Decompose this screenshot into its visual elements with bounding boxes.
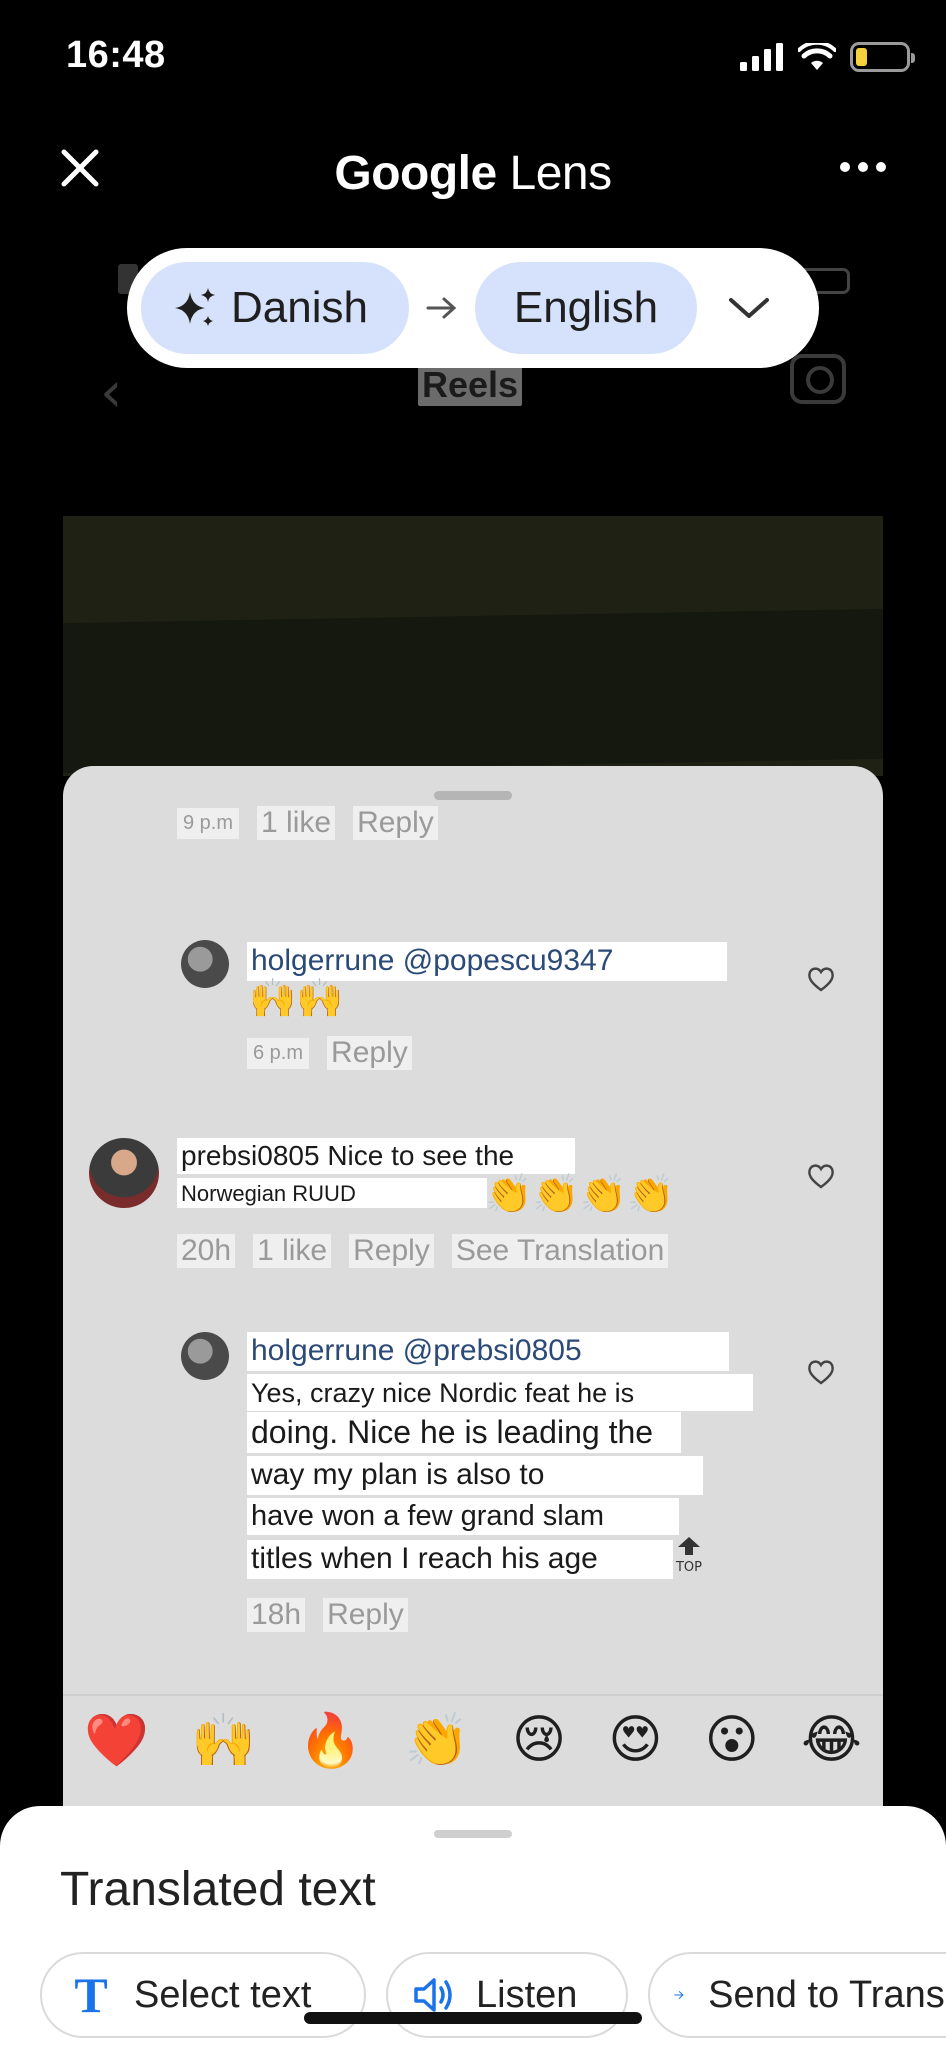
panel-title: Translated text bbox=[60, 1863, 376, 1916]
reply-button[interactable]: Reply bbox=[327, 1036, 412, 1070]
comment-time: 6 p.m bbox=[247, 1037, 310, 1069]
quick-reactions: ❤️ 🙌 🔥 👏 😢 😍 😮 😂 bbox=[63, 1710, 883, 1771]
heart-icon[interactable] bbox=[806, 964, 836, 994]
listen-label: Listen bbox=[476, 1973, 578, 2016]
signal-icon bbox=[740, 43, 783, 71]
app-title-google: Google bbox=[334, 147, 497, 200]
comment-likes[interactable]: 1 like bbox=[257, 806, 336, 840]
comment-text: holgerrune @popescu9347 bbox=[247, 942, 727, 981]
comments-sheet: 9 p.m 1 like Reply holgerrune @popescu93… bbox=[63, 766, 883, 1806]
comment-text-line: have won a few grand slam bbox=[247, 1498, 679, 1536]
reply-button[interactable]: Reply bbox=[323, 1598, 408, 1632]
sheet-grab-handle[interactable] bbox=[434, 791, 512, 800]
sparkle-icon bbox=[175, 288, 215, 326]
comment-text-line: titles when I reach his age bbox=[247, 1540, 673, 1579]
panel-grab-handle[interactable] bbox=[434, 1830, 512, 1838]
select-text-button[interactable]: T Select text bbox=[40, 1952, 366, 2038]
comment-time: 20h bbox=[177, 1234, 236, 1268]
status-time: 16:48 bbox=[66, 34, 166, 76]
comment-likes[interactable]: 1 like bbox=[253, 1234, 332, 1268]
status-icons bbox=[740, 42, 915, 72]
background-back-icon: ‹ bbox=[100, 360, 123, 425]
heart-icon[interactable] bbox=[806, 1161, 836, 1191]
comment-meta: 6 p.m Reply bbox=[247, 1036, 430, 1070]
app-title: Google Lens bbox=[0, 146, 946, 201]
reply-button[interactable]: Reply bbox=[349, 1234, 434, 1268]
reaction-heart[interactable]: ❤️ bbox=[84, 1710, 149, 1771]
comment-emoji: 🙌🙌 bbox=[249, 976, 344, 1020]
reply-button[interactable]: Reply bbox=[353, 806, 438, 840]
listen-button[interactable]: Listen bbox=[386, 1952, 628, 2038]
source-language-button[interactable]: Danish bbox=[141, 262, 409, 354]
reaction-raised-hands[interactable]: 🙌 bbox=[191, 1710, 256, 1771]
chevron-down-icon[interactable] bbox=[727, 294, 771, 322]
send-to-translate-label: Send to Translate bbox=[708, 1973, 946, 2016]
comment-emoji: 👏👏👏👏 bbox=[485, 1172, 675, 1216]
send-to-translate-button[interactable]: Send to Translate bbox=[648, 1952, 946, 2038]
see-translation-button[interactable]: See Translation bbox=[451, 1234, 669, 1268]
comment-text-line: Norwegian RUUD bbox=[177, 1178, 487, 1209]
reaction-clap[interactable]: 👏 bbox=[405, 1710, 470, 1771]
comment-text-line: doing. Nice he is leading the bbox=[247, 1412, 681, 1453]
arrow-up-icon bbox=[678, 1537, 700, 1555]
reaction-fire[interactable]: 🔥 bbox=[298, 1710, 363, 1771]
arrow-right-icon bbox=[674, 1991, 684, 1999]
reaction-heart-eyes[interactable]: 😍 bbox=[608, 1710, 662, 1771]
scroll-top-button[interactable]: TOP bbox=[672, 1536, 706, 1575]
comment-time: 9 p.m bbox=[177, 807, 240, 839]
app-title-lens: Lens bbox=[509, 147, 613, 200]
scroll-top-label: TOP bbox=[675, 1560, 702, 1575]
divider bbox=[63, 1694, 883, 1696]
comment-meta: 9 p.m 1 like Reply bbox=[177, 806, 456, 840]
reaction-surprised[interactable]: 😮 bbox=[705, 1710, 759, 1771]
avatar[interactable] bbox=[89, 1138, 159, 1208]
speaker-icon bbox=[414, 1978, 452, 2012]
target-language-button[interactable]: English bbox=[475, 262, 697, 354]
background-camera-icon bbox=[790, 354, 846, 404]
comment-text-line: prebsi0805 Nice to see the bbox=[177, 1138, 575, 1175]
reaction-cry[interactable]: 😢 bbox=[512, 1710, 566, 1771]
select-text-label: Select text bbox=[134, 1973, 312, 2016]
target-language-label: English bbox=[513, 283, 659, 332]
more-options-icon[interactable] bbox=[840, 162, 886, 172]
home-indicator[interactable] bbox=[304, 2012, 642, 2024]
arrow-right-icon bbox=[409, 296, 475, 320]
comment-meta: 20h 1 like Reply See Translation bbox=[177, 1234, 686, 1268]
language-selector: Danish English bbox=[127, 248, 819, 368]
heart-icon[interactable] bbox=[806, 1357, 836, 1387]
comment-meta: 18h Reply bbox=[247, 1598, 426, 1632]
avatar[interactable] bbox=[181, 1332, 229, 1380]
comment-text-line: Yes, crazy nice Nordic feat he is bbox=[247, 1374, 753, 1412]
comment-time: 18h bbox=[247, 1598, 306, 1632]
comment-text-line: way my plan is also to bbox=[247, 1456, 703, 1495]
video-preview bbox=[63, 516, 883, 776]
wifi-icon bbox=[798, 43, 836, 70]
avatar[interactable] bbox=[181, 940, 229, 988]
comment-text: holgerrune @prebsi0805 bbox=[247, 1332, 729, 1371]
background-page-title: Reels bbox=[418, 364, 523, 406]
source-language-label: Danish bbox=[231, 283, 368, 332]
reaction-laugh[interactable]: 😂 bbox=[801, 1710, 862, 1771]
battery-icon bbox=[850, 42, 915, 72]
text-icon: T bbox=[74, 1967, 108, 2023]
